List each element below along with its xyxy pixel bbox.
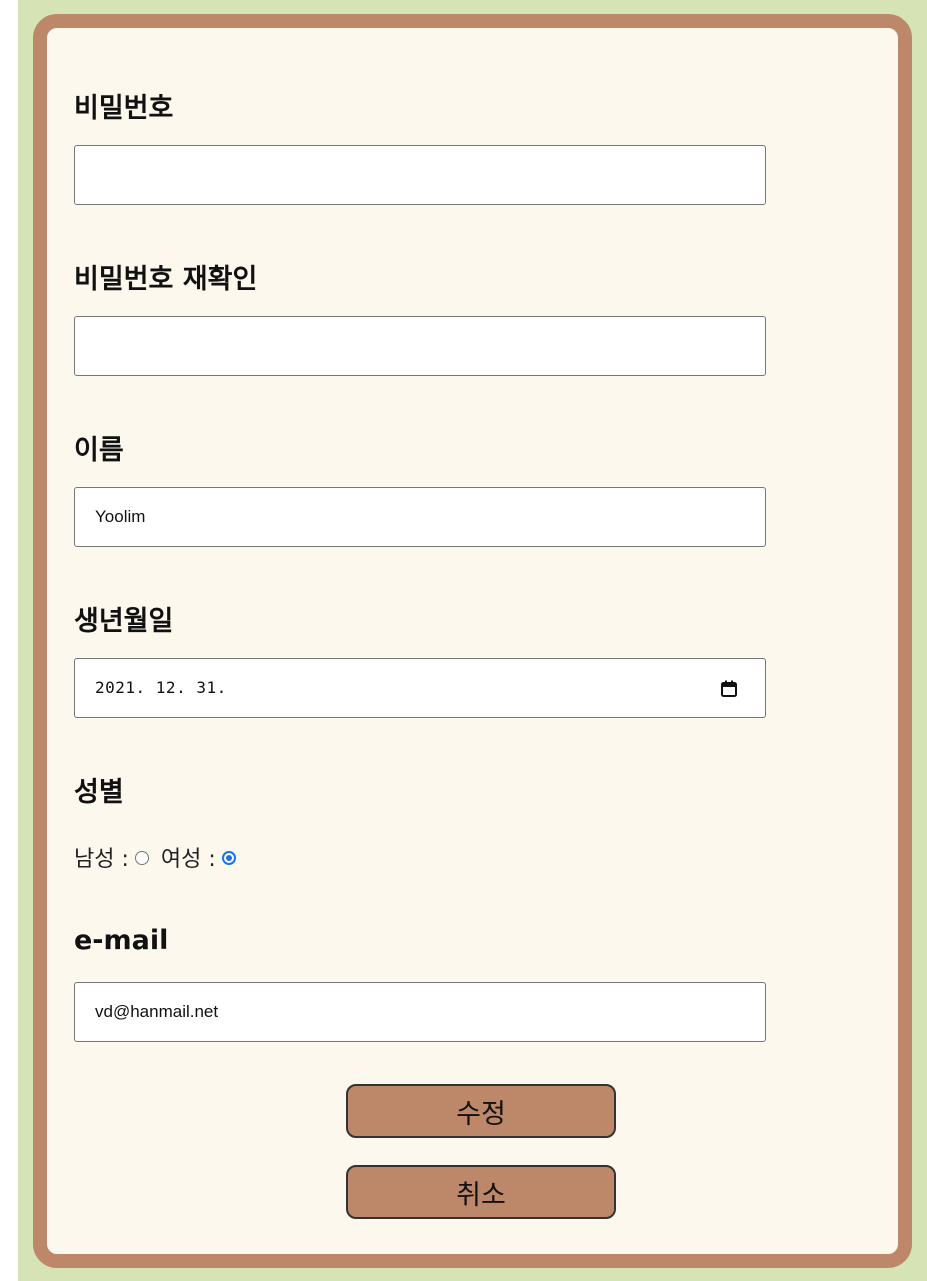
gender-options: 남성 : 여성 : [74, 842, 248, 872]
gender-label: 성별 [74, 777, 124, 808]
password-confirm-label: 비밀번호 재확인 [74, 264, 258, 295]
password-input[interactable] [74, 145, 766, 205]
password-label: 비밀번호 [74, 93, 174, 124]
cancel-button[interactable]: 취소 [346, 1165, 616, 1219]
name-label: 이름 [74, 435, 124, 466]
name-input[interactable] [74, 487, 766, 547]
birthdate-label: 생년월일 [74, 606, 174, 637]
gender-female-radio[interactable] [221, 851, 236, 865]
email-input[interactable] [74, 982, 766, 1042]
submit-button[interactable]: 수정 [346, 1084, 616, 1138]
calendar-icon[interactable] [721, 680, 737, 697]
gender-male-radio[interactable] [134, 851, 149, 865]
birthdate-value: 2021. 12. 31. [95, 678, 227, 697]
birthdate-input[interactable]: 2021. 12. 31. [74, 658, 766, 718]
email-label: e-mail [74, 925, 169, 956]
gender-female-label: 여성 : [160, 847, 216, 872]
gender-male-label: 남성 : [74, 847, 129, 872]
password-confirm-input[interactable] [74, 316, 766, 376]
